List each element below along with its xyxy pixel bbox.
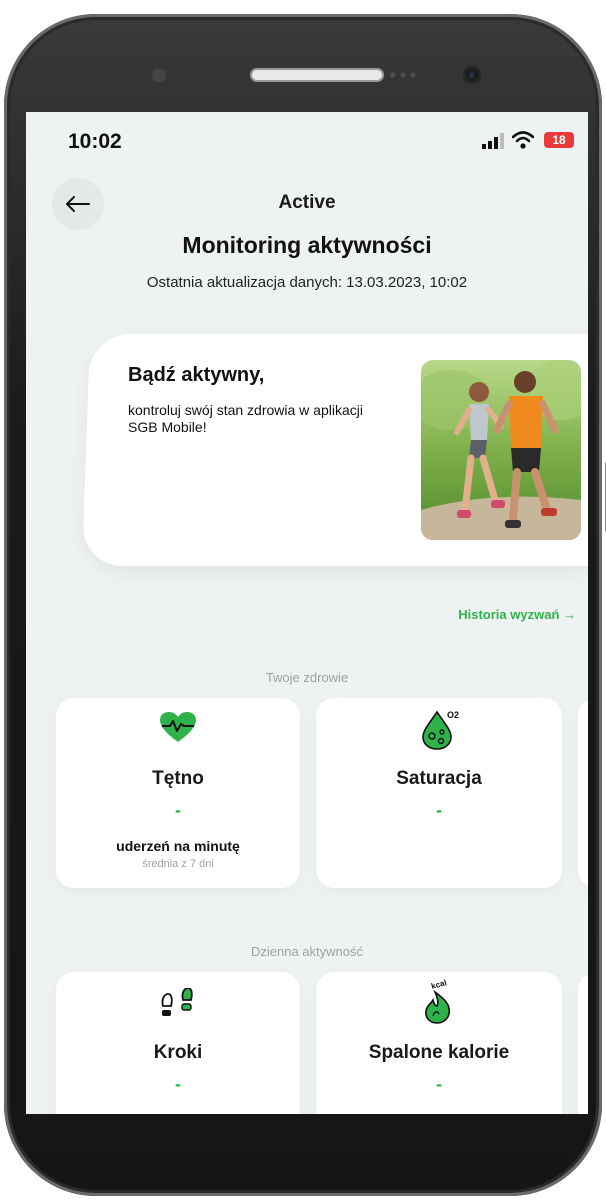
steps-card[interactable]: Kroki -	[56, 972, 300, 1114]
svg-text:kcal: kcal	[430, 978, 447, 991]
health-card-partial[interactable]	[578, 698, 588, 888]
status-time: 10:02	[68, 130, 122, 153]
flame-kcal-icon: kcal	[425, 978, 451, 1024]
status-bar: 10:02 18	[26, 112, 588, 172]
front-camera	[461, 64, 483, 86]
app-screen: 10:02 18 Active Monitoring aktywności Os…	[26, 112, 588, 1114]
heart-pulse-icon	[160, 712, 196, 742]
signal-icon	[482, 133, 504, 149]
activity-card-partial[interactable]	[578, 972, 588, 1114]
calories-value: -	[436, 1074, 442, 1094]
heart-rate-card[interactable]: Tętno - uderzeń na minutę średnia z 7 dn…	[56, 698, 300, 888]
steps-title: Kroki	[153, 1042, 203, 1063]
footsteps-icon	[161, 988, 193, 1016]
steps-value: -	[175, 1074, 181, 1094]
calories-card[interactable]: kcal Spalone kalorie -	[316, 972, 562, 1114]
heart-rate-title: Tętno	[152, 768, 204, 789]
promo-title: Bądź aktywny,	[128, 364, 265, 386]
saturation-title: Saturacja	[396, 768, 482, 789]
challenge-history-link[interactable]: Historia wyzwań →	[458, 607, 576, 622]
sensor-dot	[152, 68, 166, 82]
activity-section-label: Dzienna aktywność	[251, 944, 363, 959]
speaker-dots	[388, 72, 418, 78]
wifi-icon	[512, 131, 534, 149]
runners-photo	[421, 360, 581, 540]
promo-text: kontroluj swój stan zdrowia w aplikacji …	[128, 402, 363, 435]
health-section-label: Twoje zdrowie	[265, 670, 349, 685]
calories-title: Spalone kalorie	[368, 1042, 510, 1063]
page-title: Monitoring aktywności	[182, 232, 432, 258]
nav-title: Active	[278, 192, 336, 213]
promo-card[interactable]: Bądź aktywny, kontroluj swój stan zdrowi…	[106, 334, 586, 566]
phone-frame: 10:02 18 Active Monitoring aktywności Os…	[4, 14, 606, 1196]
oxygen-drop-icon: O2	[422, 710, 459, 750]
heart-rate-subtext: średnia z 7 dni	[142, 858, 214, 870]
heart-rate-value: -	[175, 800, 181, 820]
saturation-card[interactable]: O2 Saturacja -	[316, 698, 562, 888]
saturation-value: -	[436, 800, 442, 820]
battery-icon: 18	[544, 132, 574, 148]
speaker-grille	[250, 68, 384, 82]
heart-rate-unit: uderzeń na minutę	[116, 838, 240, 854]
last-update-text: Ostatnia aktualizacja danych: 13.03.2023…	[146, 274, 468, 291]
svg-text:O2: O2	[447, 710, 459, 720]
